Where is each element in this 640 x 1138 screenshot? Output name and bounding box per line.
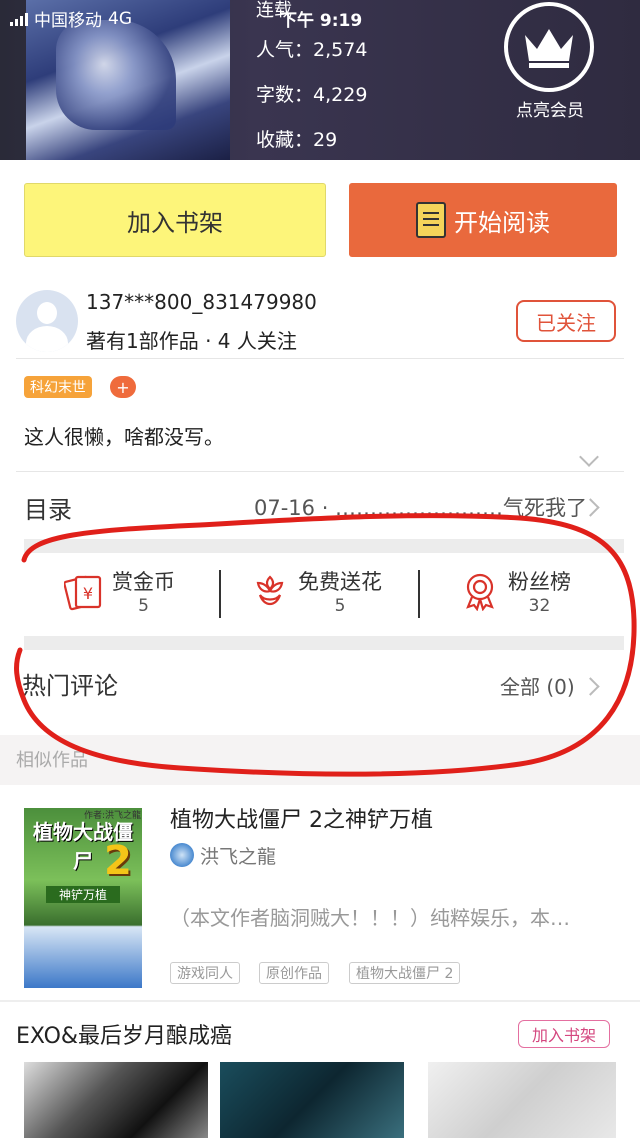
list-thumbnail[interactable]: [24, 1062, 208, 1138]
all-comments-link[interactable]: 全部 (0): [500, 671, 575, 700]
toc-label[interactable]: 目录: [24, 490, 72, 525]
genre-tag[interactable]: 科幻末世: [24, 376, 92, 398]
start-reading-label: 开始阅读: [454, 208, 550, 237]
separator: [418, 570, 420, 618]
section-band: [24, 636, 624, 650]
medal-icon: [466, 573, 494, 611]
word-count-value: 4,229: [313, 84, 368, 106]
similar-book-title[interactable]: 植物大战僵尸 2之神铲万植: [170, 802, 433, 834]
action-count: 5: [334, 596, 346, 616]
cover-number: 2: [104, 838, 132, 884]
vip-button[interactable]: 点亮会员: [500, 0, 600, 160]
action-count: 32: [528, 596, 551, 616]
network-type: 4G: [108, 8, 132, 29]
similar-book-author[interactable]: 洪飞之龍: [200, 842, 276, 869]
similar-book-cover[interactable]: 作者:洪飞之龍 植物大战僵尸 2 神铲万植: [24, 808, 142, 988]
book-tag[interactable]: 植物大战僵尸 2: [349, 962, 461, 984]
divider: [16, 358, 624, 359]
cover-subtitle: 神铲万植: [46, 886, 120, 903]
similar-works-label: 相似作品: [16, 750, 88, 771]
author-avatar-icon: [170, 843, 194, 867]
chevron-down-icon[interactable]: [579, 447, 599, 467]
follow-button[interactable]: 已关注: [516, 300, 616, 342]
favorites-value: 29: [313, 129, 338, 151]
favorites-label: 收藏：: [256, 129, 314, 151]
section-band: [24, 539, 624, 553]
author-meta: 著有1部作品 · 4 人关注: [86, 329, 297, 353]
carrier-name: 中国移动: [34, 11, 102, 31]
action-count: 5: [138, 596, 149, 616]
similar-header: [0, 735, 640, 785]
list-add-to-shelf-button[interactable]: 加入书架: [518, 1020, 610, 1048]
action-label: 免费送花: [298, 570, 382, 594]
reward-coins-button[interactable]: ¥ 赏金币 5: [64, 565, 175, 617]
word-count-label: 字数：: [256, 84, 314, 106]
status-time: 下午 9:19: [280, 11, 363, 31]
author-avatar[interactable]: [16, 290, 78, 352]
popularity-value: 2,574: [313, 39, 368, 61]
book-header: 中国移动 4G 下午 9:19 连载 人气：2,574 字数：4,229 收藏：…: [0, 0, 640, 160]
book-tag[interactable]: 原创作品: [259, 962, 329, 984]
book-status: 连载: [256, 0, 292, 21]
vip-label: 点亮会员: [516, 101, 584, 121]
action-label: 赏金币: [112, 570, 175, 594]
hot-comments-label: 热门评论: [22, 672, 118, 700]
popularity-stat: 人气：2,574: [256, 35, 367, 62]
add-to-shelf-button[interactable]: 加入书架: [24, 183, 326, 257]
separator: [219, 570, 221, 618]
popularity-label: 人气：: [256, 39, 314, 61]
svg-text:¥: ¥: [83, 584, 93, 603]
fan-ranking-button[interactable]: 粉丝榜 32: [460, 565, 571, 617]
book-icon: [416, 202, 446, 238]
action-label: 粉丝榜: [508, 570, 571, 594]
cover-art: [56, 20, 176, 130]
carrier-info: 中国移动 4G: [10, 6, 132, 31]
latest-chapter[interactable]: 07-16 · ……………………气死我了: [254, 492, 587, 522]
crown-icon: [504, 2, 594, 92]
author-bio: 这人很懒，啥都没写。: [24, 425, 224, 449]
add-tag-button[interactable]: +: [110, 376, 136, 398]
chevron-right-icon[interactable]: [581, 677, 600, 696]
flower-icon: [256, 575, 284, 606]
book-list-title[interactable]: EXO&最后岁月酿成癌: [16, 1018, 232, 1050]
list-thumbnail[interactable]: [220, 1062, 404, 1138]
favorites-stat: 收藏：29: [256, 125, 337, 152]
similar-book-desc: （本文作者脑洞贼大！！！）纯粹娱乐，本…: [170, 906, 570, 930]
book-tag[interactable]: 游戏同人: [170, 962, 240, 984]
divider: [16, 471, 624, 472]
red-envelope-icon: ¥: [64, 575, 102, 611]
signal-icon: [10, 12, 28, 26]
word-count-stat: 字数：4,229: [256, 80, 367, 107]
divider: [0, 1000, 640, 1002]
author-name[interactable]: 137***800_831479980: [86, 290, 317, 314]
start-reading-button[interactable]: 开始阅读: [349, 183, 617, 257]
list-thumbnail[interactable]: [428, 1062, 616, 1138]
send-flower-button[interactable]: 免费送花 5: [250, 565, 382, 617]
